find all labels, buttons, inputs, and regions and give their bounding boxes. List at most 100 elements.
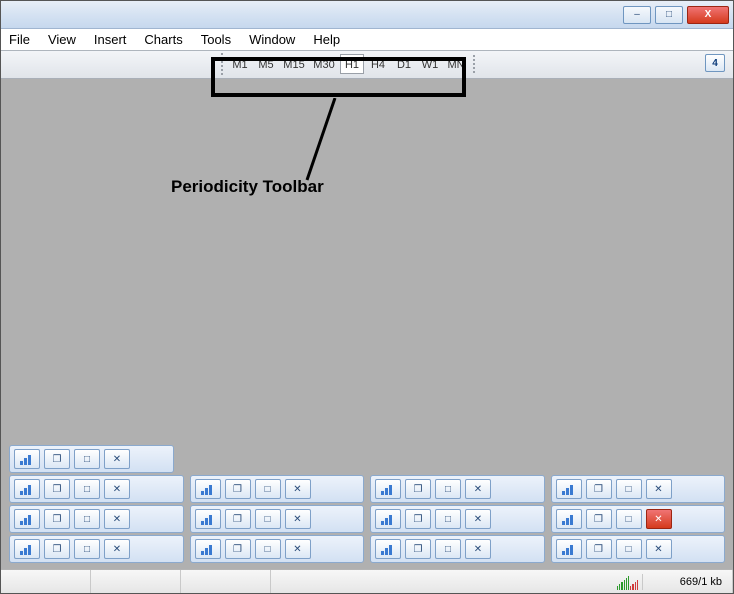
chart-icon [14,479,40,499]
restore-icon[interactable]: □ [435,539,461,559]
menubar: File View Insert Charts Tools Window Hel… [1,29,733,51]
restore-icon[interactable]: □ [435,479,461,499]
menu-file[interactable]: File [9,32,30,47]
cascade-icon[interactable]: ❐ [405,509,431,529]
toolbar-grip[interactable] [473,55,477,73]
chart-icon [556,539,582,559]
cascade-icon[interactable]: ❐ [44,509,70,529]
close-icon[interactable]: ✕ [465,539,491,559]
cascade-icon[interactable]: ❐ [44,539,70,559]
restore-icon[interactable]: □ [616,509,642,529]
menu-help[interactable]: Help [313,32,340,47]
restore-icon[interactable]: □ [74,539,100,559]
chart-icon [195,509,221,529]
chart-icon [556,509,582,529]
restore-icon[interactable]: □ [255,479,281,499]
minimized-chart-window[interactable]: ❐ □ ✕ [551,475,726,503]
minimized-chart-window[interactable]: ❐ □ ✕ [551,535,726,563]
cascade-icon[interactable]: ❐ [405,479,431,499]
close-icon[interactable]: ✕ [104,449,130,469]
cascade-icon[interactable]: ❐ [586,509,612,529]
minimized-chart-window[interactable]: ❐ □ ✕ [9,505,184,533]
restore-icon[interactable]: □ [616,479,642,499]
cascade-icon[interactable]: ❐ [586,539,612,559]
periodicity-toolbar: M1 M5 M15 M30 H1 H4 D1 W1 MN [221,53,477,75]
cascade-icon[interactable]: ❐ [225,479,251,499]
close-icon[interactable]: ✕ [285,479,311,499]
chart-icon [195,479,221,499]
cascade-icon[interactable]: ❐ [44,479,70,499]
maximize-button[interactable]: □ [655,6,683,24]
minimized-chart-window[interactable]: ❐ □ ✕ [370,535,545,563]
close-icon[interactable]: ✕ [646,479,672,499]
menu-view[interactable]: View [48,32,76,47]
period-h1[interactable]: H1 [340,54,364,74]
status-cell [181,570,271,593]
close-icon[interactable]: ✕ [104,539,130,559]
menu-insert[interactable]: Insert [94,32,127,47]
close-button[interactable]: X [687,6,729,24]
menu-window[interactable]: Window [249,32,295,47]
menu-tools[interactable]: Tools [201,32,231,47]
minimized-windows-area: ❐ □ ✕ ❐ □ ✕ ❐ □ ✕ [9,445,725,563]
restore-icon[interactable]: □ [435,509,461,529]
minimized-chart-window-active[interactable]: ❐ □ ✕ [551,505,726,533]
period-w1[interactable]: W1 [418,54,442,74]
connection-indicator-icon [613,574,643,590]
close-icon[interactable]: ✕ [285,509,311,529]
titlebar: – □ X [1,1,733,29]
restore-icon[interactable]: □ [74,449,100,469]
period-m5[interactable]: M5 [254,54,278,74]
minimized-chart-window[interactable]: ❐ □ ✕ [9,475,184,503]
cascade-icon[interactable]: ❐ [44,449,70,469]
minimized-chart-window[interactable]: ❐ □ ✕ [9,535,184,563]
application-window: – □ X File View Insert Charts Tools Wind… [0,0,734,594]
statusbar: 669/1 kb [1,569,733,593]
chart-icon [14,539,40,559]
mdi-workspace: ❐ □ ✕ ❐ □ ✕ ❐ □ ✕ [1,79,733,569]
chart-icon [375,479,401,499]
close-icon[interactable]: ✕ [465,479,491,499]
annotation-leader-line [305,98,345,188]
chart-icon [556,479,582,499]
period-h4[interactable]: H4 [366,54,390,74]
close-icon[interactable]: ✕ [285,539,311,559]
chart-icon [375,539,401,559]
close-icon[interactable]: ✕ [646,509,672,529]
chart-icon [195,539,221,559]
period-mn[interactable]: MN [444,54,468,74]
close-icon[interactable]: ✕ [646,539,672,559]
restore-icon[interactable]: □ [255,509,281,529]
annotation-label: Periodicity Toolbar [171,177,324,197]
close-icon[interactable]: ✕ [104,509,130,529]
cascade-icon[interactable]: ❐ [586,479,612,499]
status-spacer [271,570,613,593]
status-cell [1,570,91,593]
cascade-icon[interactable]: ❐ [405,539,431,559]
minimized-chart-window[interactable]: ❐ □ ✕ [370,475,545,503]
chart-icon [14,449,40,469]
period-m15[interactable]: M15 [280,54,308,74]
minimized-chart-window[interactable]: ❐ □ ✕ [190,535,365,563]
close-icon[interactable]: ✕ [465,509,491,529]
period-m1[interactable]: M1 [228,54,252,74]
minimized-chart-window[interactable]: ❐ □ ✕ [370,505,545,533]
restore-icon[interactable]: □ [74,479,100,499]
windows-count-badge[interactable]: 4 [705,54,725,72]
cascade-icon[interactable]: ❐ [225,539,251,559]
minimized-chart-window[interactable]: ❐ □ ✕ [9,445,174,473]
menu-charts[interactable]: Charts [144,32,182,47]
restore-icon[interactable]: □ [74,509,100,529]
restore-icon[interactable]: □ [255,539,281,559]
toolbar-row: M1 M5 M15 M30 H1 H4 D1 W1 MN 4 [1,51,733,79]
close-icon[interactable]: ✕ [104,479,130,499]
chart-icon [375,509,401,529]
status-cell [91,570,181,593]
cascade-icon[interactable]: ❐ [225,509,251,529]
minimized-chart-window[interactable]: ❐ □ ✕ [190,475,365,503]
minimized-chart-window[interactable]: ❐ □ ✕ [190,505,365,533]
period-d1[interactable]: D1 [392,54,416,74]
restore-icon[interactable]: □ [616,539,642,559]
period-m30[interactable]: M30 [310,54,338,74]
minimize-button[interactable]: – [623,6,651,24]
